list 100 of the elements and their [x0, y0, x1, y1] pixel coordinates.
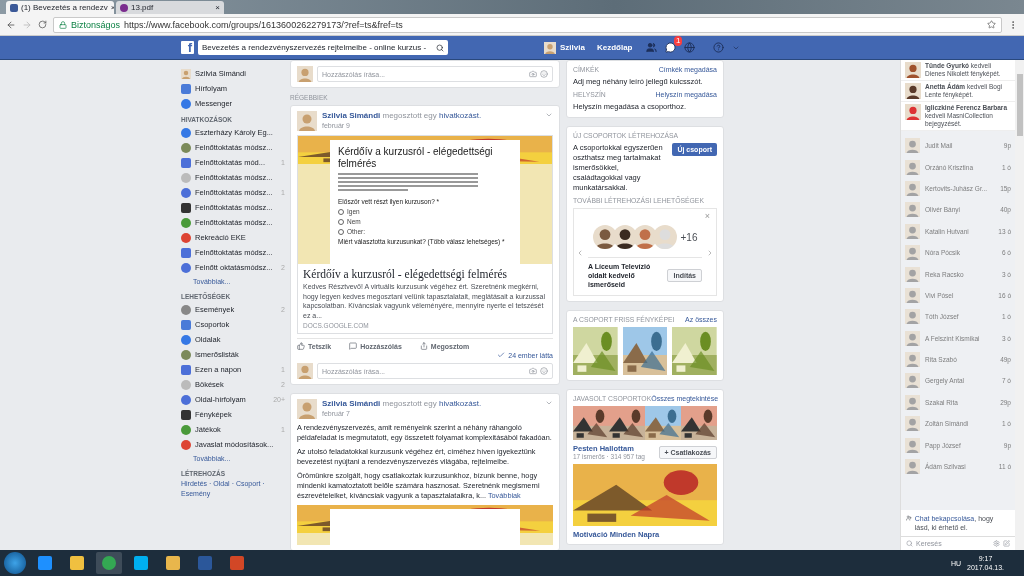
avatar: [905, 180, 920, 196]
avatar: [181, 68, 191, 79]
avatar: [905, 266, 920, 282]
avatar: [905, 309, 920, 325]
person-icon: [906, 514, 912, 522]
avatar: [905, 223, 920, 239]
start-button[interactable]: [4, 552, 26, 574]
link[interactable]: hivatkozást.: [438, 111, 482, 120]
browser-tab[interactable]: 13.pdf ×: [116, 1, 224, 14]
next-icon[interactable]: [706, 249, 714, 257]
avatar: [652, 225, 677, 249]
globe-icon[interactable]: [684, 42, 696, 53]
avatar: [905, 287, 920, 303]
app-icon: [181, 409, 191, 420]
favicon: [120, 3, 128, 12]
app-icon: [181, 217, 191, 228]
app-icon: [181, 247, 191, 258]
scrollbar-thumb[interactable]: [1016, 74, 1023, 136]
chevron-icon[interactable]: [545, 111, 553, 119]
previous-icon[interactable]: [576, 249, 584, 257]
avatar: [905, 394, 920, 410]
star-icon[interactable]: [987, 20, 996, 29]
avatar: [905, 83, 921, 99]
emoji-icon[interactable]: [540, 367, 548, 375]
avatar: [905, 459, 920, 475]
emoji-icon[interactable]: [540, 70, 548, 78]
app-icon: [181, 142, 191, 153]
avatar: [905, 373, 920, 389]
avatar: [592, 225, 617, 249]
browser-tab[interactable]: (1) Bevezetés a rendezv ×: [6, 1, 114, 14]
app-icon: [181, 202, 191, 213]
friends-icon[interactable]: [646, 42, 658, 53]
camera-icon[interactable]: [529, 367, 537, 375]
app-icon: [181, 127, 191, 138]
avatar: [905, 416, 920, 432]
check-icon: [497, 351, 506, 359]
compose-icon[interactable]: [1003, 540, 1010, 547]
app-icon: [181, 83, 191, 94]
avatar: [297, 399, 317, 419]
avatar: [905, 352, 920, 368]
avatar: [632, 225, 657, 249]
avatar: [297, 363, 313, 379]
logo: f: [181, 41, 194, 54]
app-icon: [181, 172, 191, 183]
messages-icon[interactable]: [665, 42, 677, 53]
avatar: [905, 138, 920, 154]
form-title: Kérdőív a kurzusról - elégedettségi felmérés: [338, 146, 494, 170]
author-link[interactable]: Szilvia Simándi: [322, 111, 381, 120]
search-value: Bevezetés a rendezvényszervezés rejtelmeibe - online kurzus -: [202, 43, 427, 52]
preview-title: Kérdőív a kurzusról - elégedettségi felmérés: [303, 268, 509, 280]
app-icon: [181, 157, 191, 168]
chevron-icon[interactable]: [545, 399, 553, 407]
link[interactable]: hivatkozást.: [438, 399, 482, 408]
lock-icon: [59, 20, 67, 29]
avatar: [905, 330, 920, 346]
app-icon: [181, 424, 191, 435]
avatar: [612, 225, 637, 249]
app-icon: [181, 379, 191, 390]
post-header: Szilvia Simándi megosztott egy hivatkozást.: [322, 111, 483, 120]
app-icon: [181, 439, 191, 450]
tab-title: (1) Bevezetés a rendezv: [21, 3, 108, 12]
avatar: [905, 62, 921, 78]
reload-icon[interactable]: [38, 20, 47, 29]
avatar: [905, 202, 920, 218]
avatar: [544, 41, 556, 54]
camera-icon[interactable]: [529, 70, 537, 78]
secure-label: Biztonságos: [71, 19, 121, 30]
favicon: [10, 3, 18, 12]
url-text: https://www.facebook.com/groups/1613600262279173/?ref=ts&fref=ts: [124, 19, 403, 30]
search-field[interactable]: Bevezetés a rendezvényszervezés rejtelmeibe - online kurzus -: [198, 40, 448, 55]
avatar: [905, 437, 920, 453]
forward-icon[interactable]: [22, 19, 32, 30]
search-icon: [906, 540, 913, 547]
app-icon: [181, 262, 191, 273]
app-icon: [181, 394, 191, 405]
profile-link[interactable]: Szilvia: [560, 43, 585, 52]
search-icon[interactable]: [436, 43, 444, 52]
app-icon: [181, 187, 191, 198]
close-button[interactable]: ×: [215, 3, 220, 12]
tab-title: 13.pdf: [131, 3, 155, 12]
app-icon: [181, 334, 191, 345]
avatar: [905, 104, 921, 120]
link-preview[interactable]: [297, 135, 553, 334]
home-link[interactable]: Kezdőlap: [596, 43, 633, 52]
author-link[interactable]: Szilvia Simándi: [322, 399, 381, 408]
comment-icon: [349, 342, 358, 350]
avatar: [905, 159, 920, 175]
back-icon[interactable]: [6, 19, 16, 30]
app-icon: [181, 319, 191, 330]
app-icon: [181, 232, 191, 243]
app-icon: [181, 364, 191, 375]
close-button[interactable]: ×: [110, 3, 114, 12]
avatar: [297, 111, 317, 131]
post-header: Szilvia Simándi megosztott egy hivatkozást.: [322, 399, 483, 408]
address-bar[interactable]: Biztonságos https://www.facebook.com/groups/1613600262279173/?ref=ts&fref=ts: [53, 16, 1002, 33]
help-icon[interactable]: [713, 42, 725, 53]
app-icon: [181, 304, 191, 315]
like-icon: [297, 342, 305, 350]
settings-icon[interactable]: [993, 540, 1000, 547]
notification-badge: 1: [674, 36, 683, 46]
